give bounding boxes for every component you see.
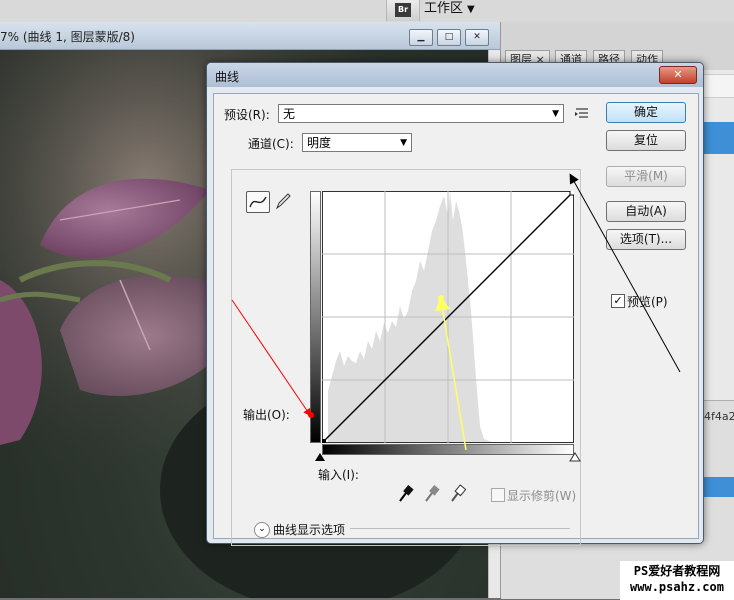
preset-select[interactable]: 无 ▼ — [278, 104, 564, 123]
preset-label: 预设(R): — [224, 108, 270, 122]
caret-down-icon: ▼ — [467, 4, 475, 15]
dialog-body: 预设(R): 无 ▼ 通道(C): 明度 ▼ 输出(O): 输入(I): 显示修… — [213, 93, 699, 546]
workspace-label: 工作区 — [424, 1, 464, 16]
close-button[interactable]: ✕ — [465, 29, 489, 46]
channel-select[interactable]: 明度 ▼ — [302, 133, 412, 152]
dialog-close-button[interactable]: ✕ — [659, 66, 697, 84]
input-gradient-bar — [322, 444, 574, 455]
watermark-line-2: www.psahz.com — [630, 580, 724, 594]
curves-dialog: 曲线 ✕ 预设(R): 无 ▼ 通道(C): 明度 ▼ 输出(O): 输入(I)… — [206, 62, 704, 546]
document-title: 7% (曲线 1, 图层蒙版/8) — [0, 30, 135, 44]
preset-options-icon[interactable] — [574, 106, 590, 120]
watermark: PS爱好者教程网 www.psahz.com — [620, 561, 734, 600]
preset-value: 无 — [283, 107, 296, 121]
bridge-icon: Br — [395, 3, 411, 17]
hex-color-field[interactable]: 4f4a20 — [704, 410, 734, 423]
curve-display-options-label[interactable]: 曲线显示选项 — [273, 521, 345, 538]
curve-point-white[interactable] — [569, 191, 574, 196]
application-bar — [0, 0, 734, 23]
document-titlebar: 7% (曲线 1, 图层蒙版/8) ▁ □ ✕ — [0, 22, 500, 50]
chevron-down-icon: ▼ — [400, 138, 407, 148]
gray-eyedropper-button[interactable] — [423, 483, 441, 503]
input-label: 输入(I): — [318, 468, 359, 482]
white-point-slider[interactable] — [569, 452, 581, 462]
curve-point-black[interactable] — [322, 439, 326, 443]
curve-point-tool[interactable] — [246, 191, 270, 213]
black-eyedropper-icon — [399, 485, 414, 502]
white-eyedropper-button[interactable] — [449, 483, 467, 503]
black-point-slider[interactable] — [314, 452, 326, 462]
white-eyedropper-icon — [451, 484, 467, 502]
curves-graph[interactable] — [322, 191, 574, 443]
output-gradient-bar — [310, 191, 321, 443]
reset-button[interactable]: 复位 — [606, 130, 686, 151]
pencil-tool[interactable] — [274, 191, 292, 211]
ok-button[interactable]: 确定 — [606, 102, 686, 123]
black-eyedropper-button[interactable] — [397, 483, 415, 503]
output-label: 输出(O): — [243, 408, 290, 422]
preview-checkbox[interactable]: ✓ — [611, 294, 625, 308]
dialog-title: 曲线 — [215, 70, 240, 84]
maximize-button[interactable]: □ — [437, 29, 461, 46]
expand-chevron-icon[interactable]: ⌄ — [254, 522, 270, 538]
channel-label: 通道(C): — [246, 135, 296, 152]
curve-tool-icon — [249, 196, 267, 208]
options-button[interactable]: 选项(T)... — [606, 229, 686, 250]
workspace-menu[interactable]: 工作区 ▼ — [424, 0, 494, 21]
chevron-down-icon: ▼ — [552, 109, 559, 119]
channel-value: 明度 — [307, 136, 332, 150]
auto-button[interactable]: 自动(A) — [606, 201, 686, 222]
watermark-line-1: PS爱好者教程网 — [633, 564, 721, 578]
dialog-titlebar: 曲线 ✕ — [207, 63, 703, 87]
pencil-icon — [275, 193, 291, 210]
gray-eyedropper-icon — [425, 485, 440, 502]
separator-line — [350, 528, 570, 529]
show-clipping-label: 显示修剪(W) — [507, 489, 577, 503]
show-clipping-checkbox[interactable] — [491, 488, 505, 502]
bridge-button[interactable]: Br — [386, 0, 420, 21]
smooth-button[interactable]: 平滑(M) — [606, 166, 686, 187]
minimize-button[interactable]: ▁ — [409, 29, 433, 46]
preview-label: 预览(P) — [627, 295, 668, 309]
